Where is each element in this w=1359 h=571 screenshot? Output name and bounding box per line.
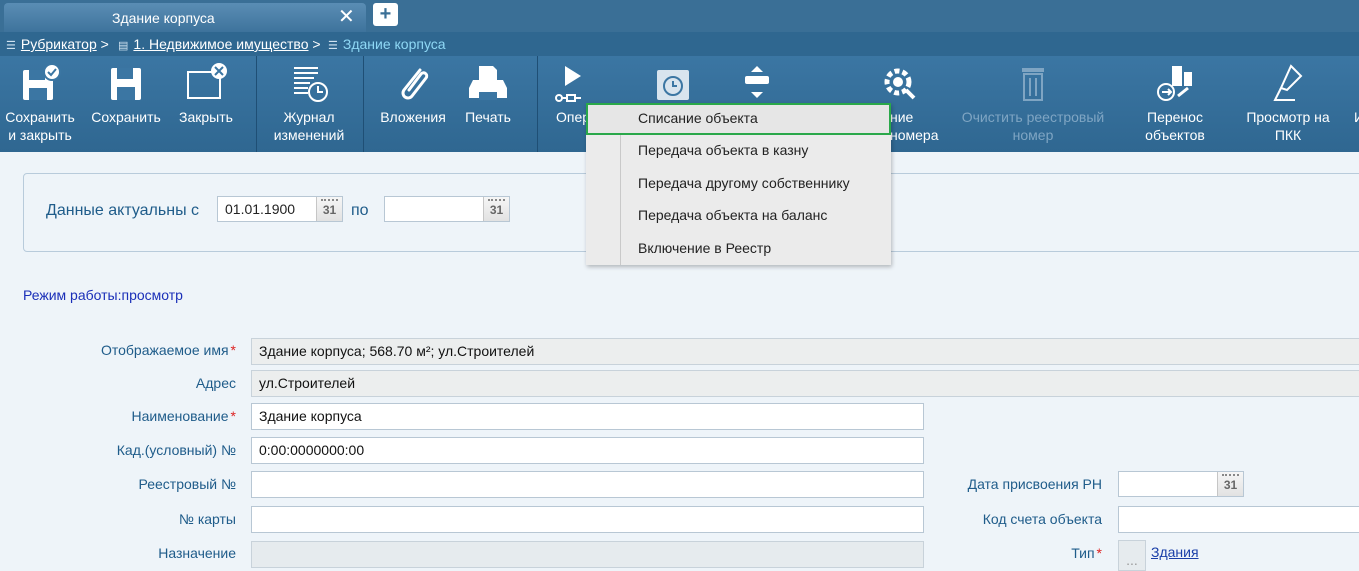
journal-label: Журнал изменений bbox=[273, 109, 345, 143]
registry-date-input[interactable]: 31 bbox=[1118, 471, 1244, 497]
type-field: ... Здания bbox=[1118, 540, 1359, 571]
menu-item-transfer-balance[interactable]: Передача объекта на баланс bbox=[586, 200, 891, 232]
date-from-input[interactable]: 01.01.1900 31 bbox=[217, 196, 343, 222]
cadastral-number-field[interactable]: 0:00:0000000:00 bbox=[251, 437, 924, 464]
save-close-icon bbox=[23, 63, 61, 100]
cadastral-number-label: Кад.(условный) № bbox=[116, 442, 236, 458]
display-name-field[interactable]: Здание корпуса; 568.70 м²; ул.Строителей bbox=[251, 338, 1359, 365]
record-icon: ☰ bbox=[328, 40, 338, 52]
type-picker-button[interactable]: ... bbox=[1118, 540, 1146, 571]
account-code-field[interactable] bbox=[1118, 506, 1359, 533]
list-icon: ☰ bbox=[6, 40, 16, 52]
menu-item-write-off[interactable]: Списание объекта bbox=[586, 103, 891, 135]
display-name-label-text: Отображаемое имя bbox=[100, 342, 229, 358]
printer-icon bbox=[469, 66, 507, 100]
more-button[interactable]: И bbox=[1348, 56, 1359, 152]
menu-item-include-registry[interactable]: Включение в Реестр bbox=[586, 233, 891, 265]
close-window-icon bbox=[187, 63, 227, 99]
required-mark: * bbox=[1096, 545, 1102, 561]
card-number-field[interactable] bbox=[251, 506, 924, 533]
save-button[interactable]: Сохранить bbox=[88, 56, 164, 152]
calendar-clock-icon bbox=[657, 70, 689, 100]
arrange-icon bbox=[745, 66, 769, 98]
date-from-value: 01.01.1900 bbox=[225, 201, 296, 217]
floppy-icon bbox=[111, 68, 141, 100]
map-pointer-icon bbox=[1273, 64, 1303, 101]
name-label: Наименование * bbox=[0, 408, 236, 424]
name-label-text: Наименование bbox=[131, 408, 229, 424]
account-code-label: Код счета объекта bbox=[982, 511, 1102, 527]
card-number-label: № карты bbox=[178, 511, 236, 527]
view-pkk-button[interactable]: Просмотр на ПКК bbox=[1236, 56, 1340, 152]
change-journal-button[interactable]: Журнал изменений bbox=[264, 56, 354, 152]
purpose-label: Назначение bbox=[158, 545, 236, 561]
tab-title: Здание корпуса bbox=[112, 10, 215, 26]
registry-number-field[interactable] bbox=[251, 471, 924, 498]
gear-icon bbox=[884, 68, 916, 100]
operations-menu: Списание объекта Передача объекта в казн… bbox=[586, 103, 891, 265]
journal-icon bbox=[294, 67, 328, 102]
print-button[interactable]: Печать bbox=[456, 56, 520, 152]
toolbar-separator bbox=[363, 56, 364, 152]
required-mark: * bbox=[230, 408, 236, 424]
breadcrumb: ☰ Рубрикатор > ▤ 1. Недвижимое имущество >… bbox=[0, 32, 1359, 56]
address-label: Адрес bbox=[195, 375, 236, 391]
breadcrumb-link-label[interactable]: 1. Недвижимое имущество bbox=[133, 36, 308, 52]
date-to-input[interactable]: 31 bbox=[384, 196, 510, 222]
view-pkk-label: Просмотр на ПКК bbox=[1246, 109, 1330, 143]
breadcrumb-separator: > bbox=[312, 36, 321, 52]
more-label: И bbox=[1354, 108, 1359, 126]
move-objects-button[interactable]: Перенос объектов bbox=[1130, 56, 1220, 152]
attachments-button[interactable]: Вложения bbox=[374, 56, 452, 152]
document-icon: ▤ bbox=[118, 40, 129, 52]
date-to-label: по bbox=[351, 202, 369, 219]
name-field[interactable]: Здание корпуса bbox=[251, 403, 924, 430]
display-name-label: Отображаемое имя * bbox=[0, 342, 236, 358]
toolbar-separator bbox=[537, 56, 538, 152]
tab-bar: Здание корпуса ✕ + bbox=[0, 0, 1359, 32]
calendar-icon[interactable]: 31 bbox=[1217, 472, 1243, 496]
breadcrumb-link-label[interactable]: Рубрикатор bbox=[21, 36, 97, 52]
calendar-icon[interactable]: 31 bbox=[483, 197, 509, 221]
trash-icon bbox=[1022, 68, 1044, 101]
toolbar-separator bbox=[256, 56, 257, 152]
type-label: Тип * bbox=[866, 545, 1102, 561]
tab-document[interactable]: Здание корпуса ✕ bbox=[4, 3, 366, 32]
operations-icon bbox=[555, 66, 581, 102]
paperclip-icon bbox=[401, 68, 429, 100]
type-label-text: Тип bbox=[1071, 545, 1095, 561]
save-label: Сохранить bbox=[91, 109, 161, 125]
save-and-close-label: Сохранить и закрыть bbox=[5, 109, 75, 143]
close-label: Закрыть bbox=[179, 109, 233, 125]
attachments-label: Вложения bbox=[380, 109, 446, 125]
print-label: Печать bbox=[465, 109, 511, 125]
menu-item-transfer-treasury[interactable]: Передача объекта в казну bbox=[586, 135, 891, 167]
registry-date-label: Дата присвоения РН bbox=[967, 476, 1102, 492]
menu-item-transfer-owner[interactable]: Передача другому собственнику bbox=[586, 168, 891, 200]
type-link[interactable]: Здания bbox=[1151, 544, 1199, 560]
date-filter-label: Данные актуальны с bbox=[46, 202, 200, 219]
address-field[interactable]: ул.Строителей bbox=[251, 370, 1359, 397]
breadcrumb-separator: > bbox=[100, 36, 109, 52]
clear-registry-number-label: Очистить реестровый номер bbox=[961, 109, 1105, 143]
work-mode-label: Режим работы:просмотр bbox=[23, 287, 183, 303]
purpose-field bbox=[251, 541, 924, 568]
breadcrumb-item-rubricator[interactable]: ☰ Рубрикатор > bbox=[6, 36, 109, 52]
save-and-close-button[interactable]: Сохранить и закрыть bbox=[0, 56, 80, 152]
required-mark: * bbox=[230, 342, 236, 358]
breadcrumb-item-realty[interactable]: ▤ 1. Недвижимое имущество > bbox=[118, 36, 321, 52]
calendar-icon[interactable]: 31 bbox=[316, 197, 342, 221]
close-icon[interactable]: ✕ bbox=[338, 6, 355, 28]
clear-registry-number-button: Очистить реестровый номер bbox=[958, 56, 1108, 152]
move-objects-label: Перенос объектов bbox=[1145, 109, 1205, 143]
breadcrumb-item-current: ☰ Здание корпуса bbox=[328, 36, 446, 52]
buildings-icon bbox=[1157, 66, 1192, 101]
add-tab-button[interactable]: + bbox=[373, 3, 398, 26]
breadcrumb-current-label: Здание корпуса bbox=[342, 36, 446, 52]
close-button[interactable]: Закрыть bbox=[172, 56, 240, 152]
registry-number-label: Реестровый № bbox=[138, 476, 236, 492]
